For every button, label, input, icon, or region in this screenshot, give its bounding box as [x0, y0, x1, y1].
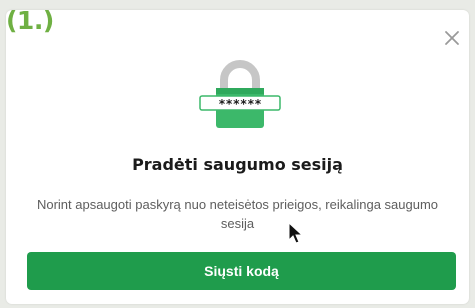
- close-icon[interactable]: [440, 26, 464, 50]
- mouse-cursor-icon: [288, 222, 304, 246]
- dialog-description: Norint apsaugoti paskyrą nuo neteisėtos …: [36, 197, 439, 231]
- dialog-title: Pradėti saugumo sesiją: [132, 155, 343, 174]
- padlock-password-icon: ******: [190, 58, 290, 130]
- step-label: (1.): [6, 6, 54, 35]
- password-mask: ******: [218, 97, 261, 111]
- screenshot-frame: (1.) ****** Pradėti saugumo sesiją Norin…: [0, 0, 475, 308]
- send-code-button[interactable]: Siųsti kodą: [27, 252, 456, 290]
